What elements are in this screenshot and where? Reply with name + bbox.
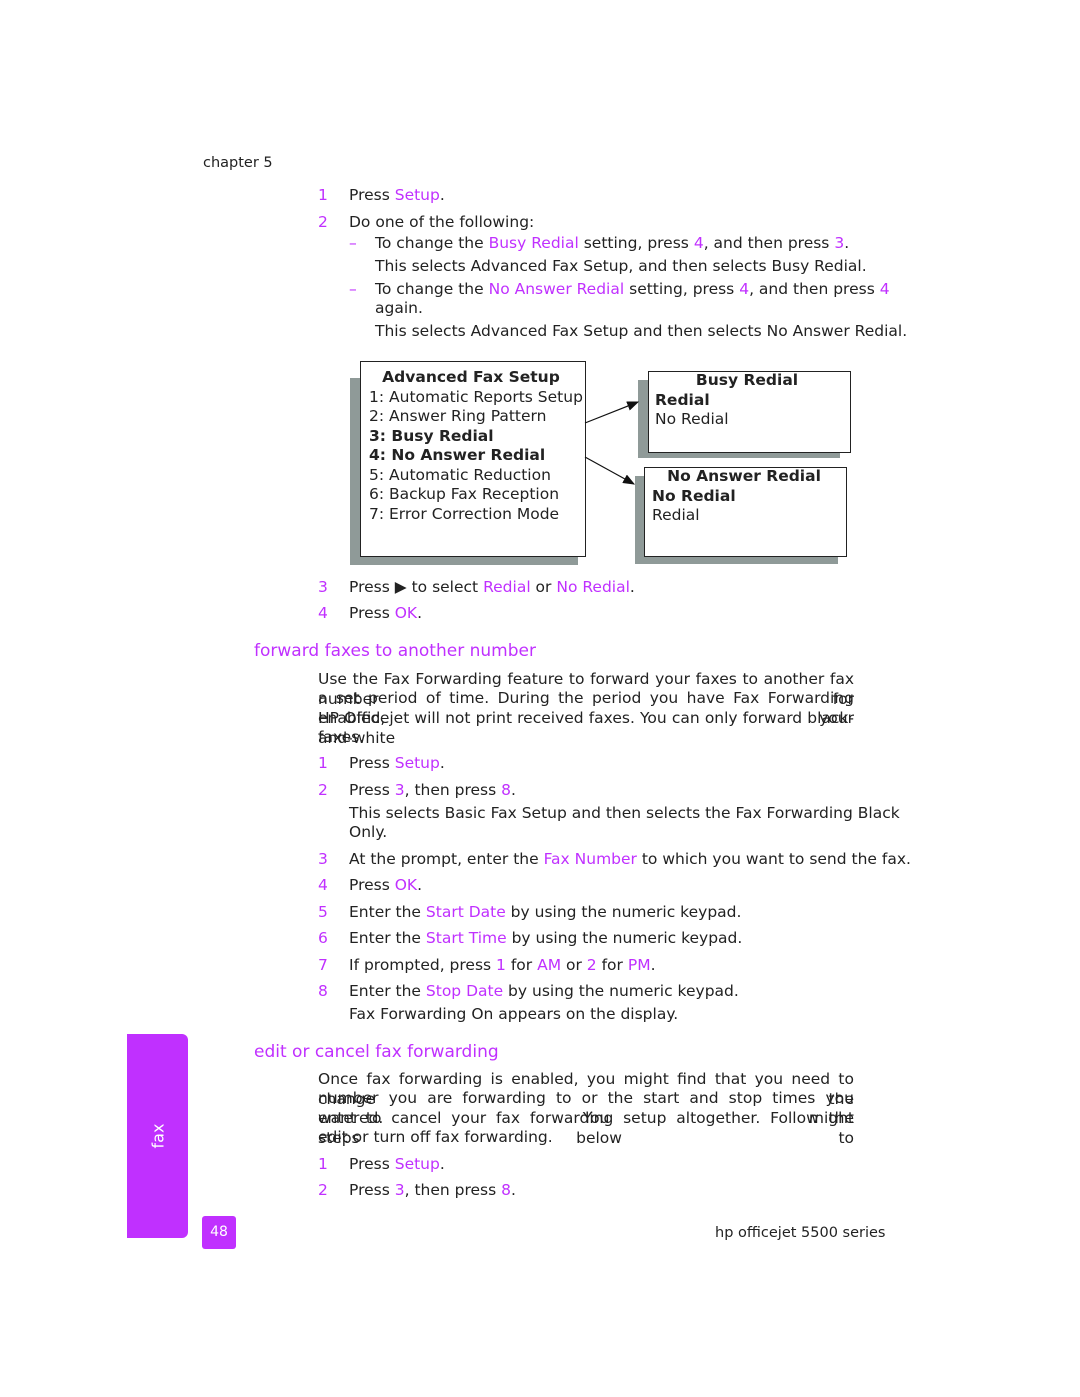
busy-redial-item: Redial <box>655 390 710 409</box>
text-segment: . <box>417 876 423 894</box>
text-segment: Press <box>349 781 395 799</box>
step-marker: 5 <box>318 903 328 921</box>
text-segment: If prompted, press <box>349 956 497 974</box>
text-segment: . <box>439 754 445 772</box>
text-segment: for <box>505 956 538 974</box>
ui-term: PM <box>627 956 651 974</box>
text-segment: This selects Basic Fax Setup and then se… <box>349 804 900 822</box>
text-line: edit or turn off fax forwarding. <box>318 1127 553 1147</box>
menu-item: 3: Busy Redial <box>369 426 494 445</box>
text-segment: by using the numeric keypad. <box>506 929 743 947</box>
ui-term: 8 <box>501 1181 512 1199</box>
ui-term: 3 <box>394 1181 405 1199</box>
step-marker: 4 <box>318 876 328 894</box>
arrow-to-no-answer-redial <box>584 456 636 485</box>
text-segment: , then press <box>404 1181 502 1199</box>
text-line: Only. <box>349 822 387 842</box>
text-segment: . <box>511 1181 516 1199</box>
text-line: At the prompt, enter the Fax Number to w… <box>349 849 911 869</box>
ui-term: 8 <box>501 781 512 799</box>
text-segment: Press <box>349 754 395 772</box>
text-segment: by using the numeric keypad. <box>505 903 742 921</box>
step-marker: 7 <box>318 956 328 974</box>
ui-term: AM <box>537 956 562 974</box>
text-segment: Only. <box>349 823 388 841</box>
menu-item: 4: No Answer Redial <box>369 446 546 464</box>
text-line: Press Setup. <box>349 1154 445 1174</box>
ui-term: Start Date <box>425 903 506 921</box>
step-marker: 8 <box>318 982 328 1000</box>
menu-item: 6: Backup Fax Reception <box>369 485 560 503</box>
arrow-to-busy-redial <box>584 401 640 424</box>
ui-term: Start Time <box>425 929 507 947</box>
ui-term: Setup <box>394 1155 440 1173</box>
text-segment: Enter the <box>349 903 426 921</box>
step-marker: 1 <box>318 1155 328 1173</box>
busy-redial-title: Busy Redial <box>695 371 799 389</box>
text-segment: . <box>650 956 656 974</box>
section-tab-label: fax <box>148 1123 168 1149</box>
text-line: Enter the Stop Date by using the numeric… <box>349 981 739 1001</box>
text-segment: Press <box>349 876 395 894</box>
product-name: hp officejet 5500 series <box>715 1225 886 1241</box>
text-segment: faxes. <box>318 728 365 746</box>
text-segment: or <box>561 956 587 974</box>
text-segment: . <box>439 1155 445 1173</box>
menu-item: 5: Automatic Reduction <box>369 465 551 484</box>
section-heading: edit or cancel fax forwarding <box>254 1042 499 1062</box>
arrows <box>584 401 640 485</box>
menu-item: 2: Answer Ring Pattern <box>369 407 547 425</box>
text-segment: HP Officejet will not print received fax… <box>318 709 854 747</box>
text-segment: Enter the <box>349 929 426 947</box>
menu-item: 1: Automatic Reports Setup <box>369 387 583 406</box>
menu-title: Advanced Fax Setup <box>382 368 560 386</box>
step-marker: 1 <box>318 754 328 772</box>
text-line: If prompted, press 1 for AM or 2 for PM. <box>349 955 656 975</box>
menu-item: 7: Error Correction Mode <box>369 504 560 523</box>
text-line: Press Setup. <box>349 753 445 773</box>
text-segment: edit or turn off fax forwarding. <box>318 1128 553 1146</box>
ui-term: 3 <box>394 781 405 799</box>
text-line: Enter the Start Time by using the numeri… <box>349 928 742 948</box>
text-line: This selects Basic Fax Setup and then se… <box>349 803 900 823</box>
text-line: faxes. <box>318 727 364 747</box>
text-line: Press 3, then press 8. <box>349 1180 516 1200</box>
ui-term: 2 <box>586 956 597 974</box>
text-segment: to which you want to send the fax. <box>636 850 911 868</box>
text-segment: , then press <box>404 781 502 799</box>
step-marker: 2 <box>318 1181 328 1199</box>
text-line: Enter the Start Date by using the numeri… <box>349 902 741 922</box>
text-segment: Enter the <box>349 982 426 1000</box>
text-segment: . <box>511 781 516 799</box>
no-answer-redial-item: Redial <box>652 506 700 524</box>
no-answer-redial-title: No Answer Redial <box>667 467 821 485</box>
text-segment: for <box>596 956 628 974</box>
text-line: Press 3, then press 8. <box>349 780 516 800</box>
ui-term: Fax Number <box>543 850 637 868</box>
text-line: Fax Forwarding On appears on the display… <box>349 1004 678 1024</box>
text-segment: Press <box>349 1155 395 1173</box>
step-marker: 2 <box>318 781 328 799</box>
text-segment: Fax Forwarding On appears on the display… <box>349 1005 679 1023</box>
text-segment: At the prompt, enter the <box>349 850 544 868</box>
manual-page: chapter 5 1 Press Setup. 2 Do one of the fo… <box>0 0 1080 1397</box>
busy-redial-item: No Redial <box>655 410 729 428</box>
ui-term: Setup <box>394 754 440 772</box>
ui-term: Stop Date <box>425 982 504 1000</box>
text-segment: Press <box>349 1181 395 1199</box>
no-answer-redial-item: No Redial <box>652 486 736 505</box>
text-line: HP Officejet will not print received fax… <box>318 708 854 748</box>
step-marker: 6 <box>318 929 328 947</box>
text-segment: by using the numeric keypad. <box>503 982 739 1000</box>
step-marker: 3 <box>318 850 328 868</box>
ui-term: OK <box>394 876 418 894</box>
page-number: 48 <box>202 1216 236 1249</box>
text-line: Press OK. <box>349 875 422 895</box>
ui-term: 1 <box>496 956 506 974</box>
